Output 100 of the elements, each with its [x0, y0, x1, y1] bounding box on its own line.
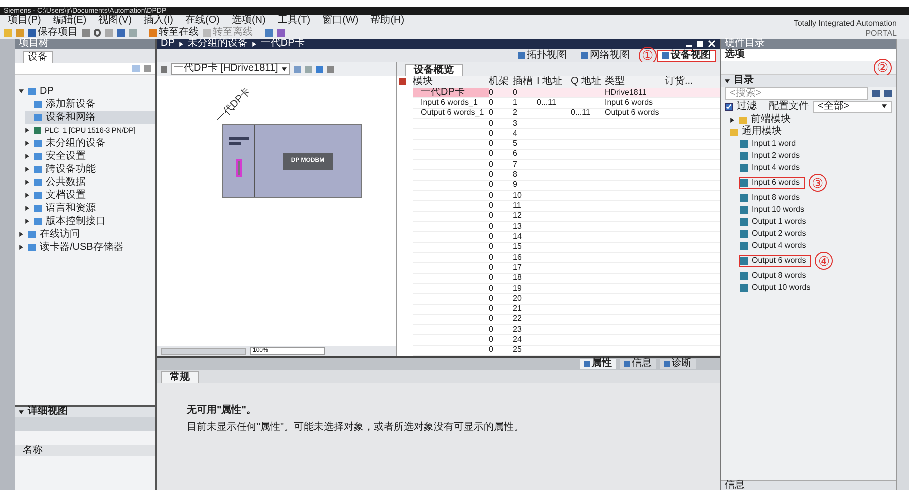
table-row[interactable]: 0 3 — [413, 118, 720, 130]
column-header[interactable]: I 地址 — [537, 76, 571, 87]
menu-item[interactable]: 帮助(H) — [370, 16, 405, 26]
view-tab[interactable]: 网络视图 — [576, 50, 635, 62]
breadcrumb-separator-icon[interactable] — [178, 42, 184, 46]
collapsed-arrow-icon[interactable] — [19, 232, 24, 237]
menu-item[interactable]: 插入(I) — [144, 16, 174, 26]
collapsed-arrow-icon[interactable] — [25, 206, 30, 211]
catalog-item[interactable]: Input 2 words — [739, 150, 806, 162]
collapsed-arrow-icon[interactable] — [25, 193, 30, 198]
tab[interactable]: 设备概览 — [405, 64, 463, 76]
collapsed-arrow-icon[interactable] — [25, 154, 30, 159]
catalog-item[interactable]: Output 2 words — [739, 228, 812, 240]
catalog-item[interactable]: Output 1 words — [739, 216, 812, 228]
table-row[interactable]: 0 7 — [413, 160, 720, 170]
tree-item[interactable]: 未分组的设备 — [25, 137, 155, 150]
tree-item[interactable]: 版本控制接口 — [25, 215, 155, 228]
collapsed-arrow-icon[interactable] — [25, 141, 30, 146]
view-tab[interactable]: 拓扑视图 — [513, 50, 572, 62]
table-row[interactable]: 0 23 — [413, 325, 720, 336]
go-online-button[interactable]: 转至在线 — [149, 28, 199, 38]
catalog-item[interactable]: Output 6 words — [739, 255, 812, 267]
table-row[interactable]: 0 4 — [413, 129, 720, 140]
table-row[interactable]: 0 22 — [413, 314, 720, 326]
table-row[interactable]: 0 10 — [413, 191, 720, 202]
catalog-item[interactable]: Input 10 words — [739, 204, 810, 216]
inspector-tab[interactable]: 信息 — [620, 359, 656, 369]
catalog-item[interactable]: Input 8 words — [739, 192, 806, 204]
tree-item[interactable]: 安全设置 — [25, 150, 155, 163]
catalog-item[interactable]: Output 4 words — [739, 240, 812, 252]
tree-item[interactable]: 在线访问 — [19, 228, 155, 241]
tree-item[interactable]: 语言和资源 — [25, 202, 155, 215]
table-row[interactable]: 0 6 — [413, 150, 720, 160]
collapsed-arrow-icon[interactable] — [25, 180, 30, 185]
tree-item[interactable]: DP — [19, 85, 155, 98]
menu-item[interactable]: 在线(O) — [185, 16, 220, 26]
menu-item[interactable]: 项目(P) — [8, 16, 42, 26]
scrollbar[interactable] — [161, 348, 246, 354]
window-controls-icon[interactable] — [686, 40, 716, 48]
catalog-item[interactable]: Output 8 words — [739, 270, 812, 282]
column-header[interactable]: Q 地址 — [571, 76, 605, 87]
table-row[interactable]: 0 17 — [413, 263, 720, 274]
table-row[interactable]: 0 9 — [413, 180, 720, 192]
tree-item[interactable]: 公共数据 — [25, 176, 155, 189]
collapse-arrow-icon[interactable] — [19, 410, 24, 414]
column-header[interactable]: 订货... — [665, 76, 720, 87]
breadcrumb-item[interactable]: 一代DP卡 — [260, 39, 305, 49]
profile-dropdown[interactable]: <全部> — [813, 100, 892, 112]
expanded-arrow-icon[interactable] — [19, 89, 24, 94]
catalog-item[interactable]: Input 6 words — [739, 177, 806, 189]
table-row[interactable]: 0 14 — [413, 232, 720, 243]
save-button[interactable]: 保存项目 — [28, 28, 78, 38]
dropdown-arrow-icon[interactable] — [882, 104, 887, 109]
tree-item[interactable]: 读卡器/USB存储器 — [19, 241, 155, 254]
collapsed-arrow-icon[interactable] — [730, 118, 735, 122]
menu-item[interactable]: 窗口(W) — [322, 16, 359, 26]
table-row[interactable]: 0 15 — [413, 242, 720, 253]
catalog-item[interactable]: 前端模块 — [729, 114, 796, 126]
table-row[interactable]: 0 5 — [413, 140, 720, 150]
breadcrumb-item[interactable]: DP — [161, 39, 175, 49]
catalog-item[interactable]: Input 4 words — [739, 162, 806, 174]
collapsed-arrow-icon[interactable] — [19, 245, 24, 250]
catalog-item[interactable]: Output 10 words — [739, 282, 816, 294]
table-row[interactable]: 0 24 — [413, 335, 720, 346]
view-tab[interactable]: 设备视图 — [657, 50, 716, 62]
collapsed-arrow-icon[interactable] — [25, 219, 30, 224]
table-row[interactable]: 0 20 — [413, 294, 720, 305]
tab[interactable]: 设备 — [23, 51, 53, 63]
table-row[interactable]: 0 11 — [413, 201, 720, 212]
dropdown-arrow-icon[interactable] — [282, 66, 288, 72]
table-row[interactable]: 0 12 — [413, 212, 720, 222]
tree-item[interactable]: 跨设备功能 — [25, 163, 155, 176]
collapse-arrow-icon[interactable] — [725, 78, 730, 84]
column-header[interactable]: 类型 — [605, 76, 665, 87]
table-row[interactable]: 0 21 — [413, 304, 720, 315]
column-header[interactable]: 插槽 — [513, 76, 537, 87]
breadcrumb-item[interactable]: 未分组的设备 — [188, 39, 248, 49]
tab[interactable]: 常规 — [161, 371, 199, 383]
catalog-item[interactable]: 通用模块 — [729, 126, 787, 138]
breadcrumb-separator-icon[interactable] — [252, 42, 257, 46]
inspector-tab[interactable]: 诊断 — [660, 359, 696, 369]
device-dropdown[interactable]: 一代DP卡 [HDrive1811] — [171, 63, 290, 75]
menu-item[interactable]: 视图(V) — [98, 16, 132, 26]
tree-item[interactable]: 文档设置 — [25, 189, 155, 202]
tree-item[interactable]: 设备和网络 — [25, 111, 155, 124]
column-header[interactable]: 模块 — [413, 76, 489, 87]
table-row[interactable]: 0 16 — [413, 252, 720, 264]
inspector-tab[interactable]: 属性 — [580, 359, 616, 369]
menu-item[interactable]: 编辑(E) — [53, 16, 87, 26]
table-row[interactable]: Input 6 words_1 0 1 0...11 Input 6 words — [413, 98, 720, 109]
table-row[interactable]: 0 19 — [413, 284, 720, 294]
filter-checkbox[interactable] — [725, 102, 733, 110]
table-row[interactable]: 0 8 — [413, 170, 720, 181]
tree-item[interactable]: 添加新设备 — [25, 98, 155, 111]
collapsed-arrow-icon[interactable] — [25, 167, 30, 172]
collapsed-arrow-icon[interactable] — [25, 128, 30, 133]
table-row[interactable]: Output 6 words_1 0 2 0...11 Output 6 words — [413, 108, 720, 119]
catalog-item[interactable]: Input 1 word — [739, 138, 802, 150]
table-row[interactable]: 0 18 — [413, 274, 720, 284]
table-row[interactable]: 0 13 — [413, 222, 720, 232]
